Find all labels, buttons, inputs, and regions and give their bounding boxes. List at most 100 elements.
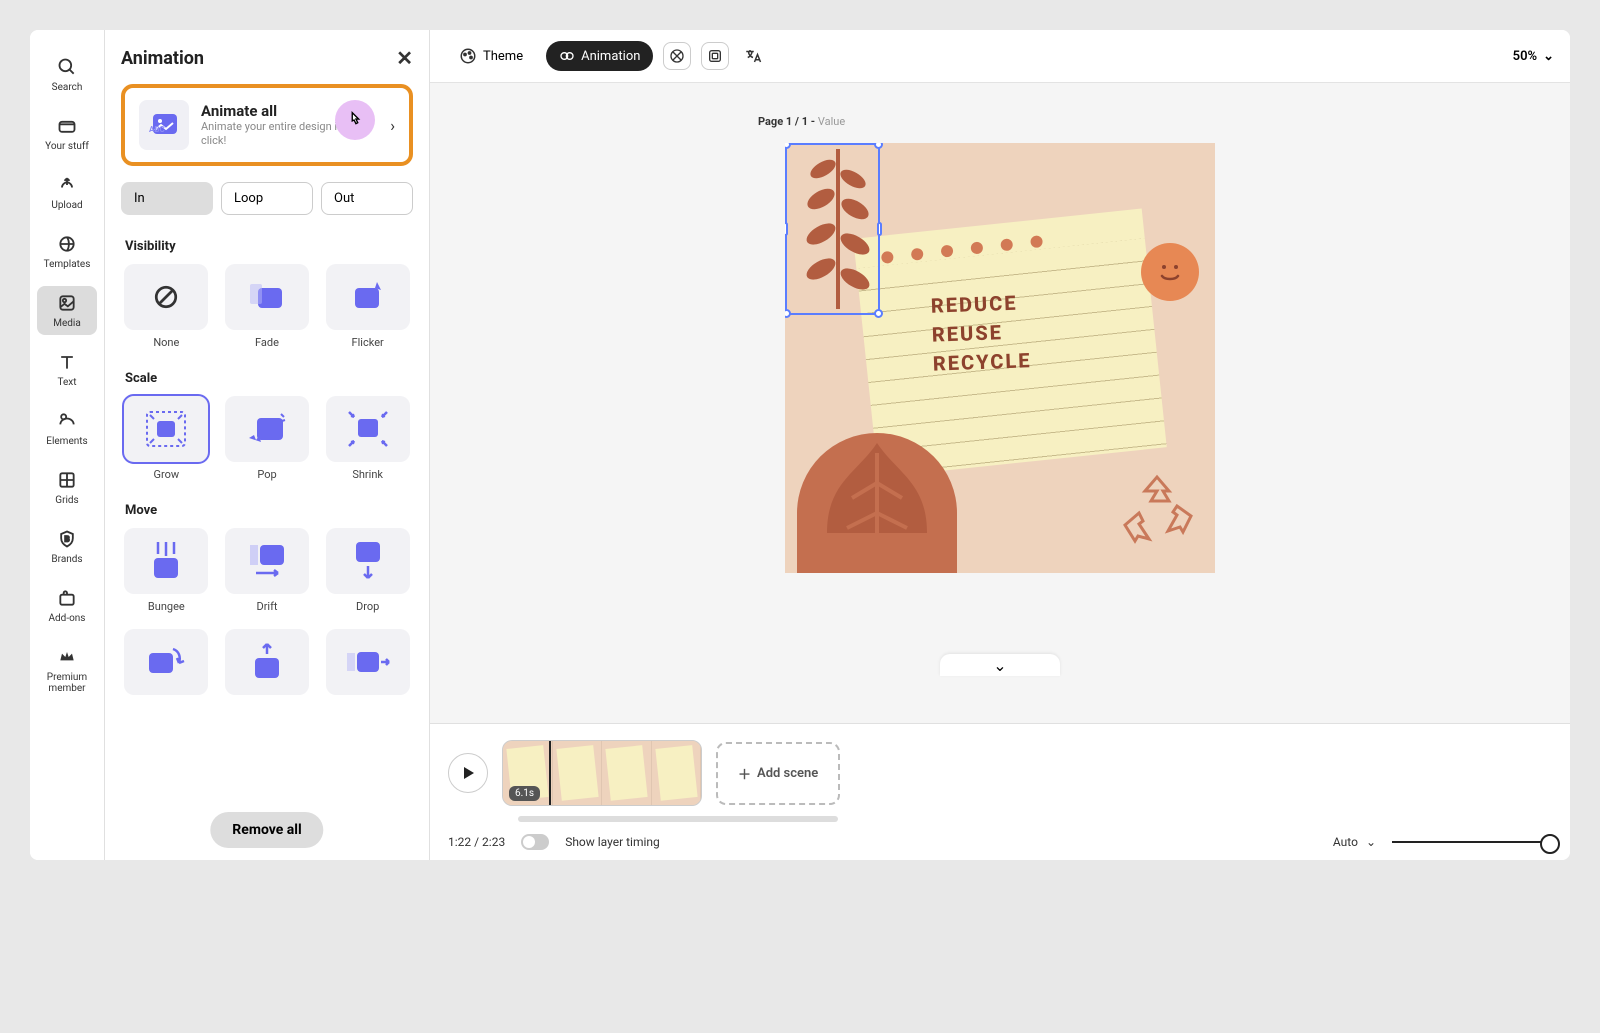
rail-your-stuff[interactable]: Your stuff xyxy=(37,109,97,158)
preset-extra-3[interactable] xyxy=(322,629,413,695)
rail-upload[interactable]: Upload xyxy=(37,168,97,217)
panel-title: Animation xyxy=(121,48,204,69)
selection-box[interactable] xyxy=(785,143,880,315)
auto-label: Auto xyxy=(1333,835,1358,849)
preset-extra-3-icon xyxy=(326,629,410,695)
svg-text:B: B xyxy=(65,535,70,544)
art-text: REDUCE REUSE RECYCLE xyxy=(930,288,1032,378)
art-leaf xyxy=(797,433,957,573)
palette-icon xyxy=(459,47,477,65)
rail-label: Grids xyxy=(55,495,78,506)
layer-timing-label: Show layer timing xyxy=(565,835,660,849)
tab-out[interactable]: Out xyxy=(321,182,413,215)
preset-extra-2-icon xyxy=(225,629,309,695)
rail-brands[interactable]: B Brands xyxy=(37,522,97,571)
canvas[interactable]: Page 1 / 1 - Value REDUCE REUSE RECYCLE xyxy=(430,83,1570,723)
rail-label: Your stuff xyxy=(45,141,89,152)
tab-in[interactable]: In xyxy=(121,182,213,215)
zoom-control[interactable]: 50% ⌄ xyxy=(1513,49,1554,64)
visibility-presets: None Fade Flicker xyxy=(121,264,413,349)
preset-none[interactable]: None xyxy=(121,264,212,349)
preset-extra-2[interactable] xyxy=(222,629,313,695)
rail-premium[interactable]: Premium member xyxy=(37,640,97,700)
animation-button[interactable]: Animation xyxy=(546,41,653,71)
chevron-down-icon: ⌄ xyxy=(1366,835,1376,849)
rail-label: Templates xyxy=(44,259,91,270)
section-move: Move xyxy=(125,503,413,518)
addons-icon xyxy=(56,587,78,609)
preset-bungee[interactable]: Bungee xyxy=(121,528,212,613)
elements-icon xyxy=(56,410,78,432)
preset-grow-icon xyxy=(124,396,208,462)
preset-fade[interactable]: Fade xyxy=(222,264,313,349)
toolbar-icon-1[interactable] xyxy=(663,42,691,70)
preset-label: Grow xyxy=(154,468,180,481)
top-toolbar: Theme Animation 50% ⌄ xyxy=(430,30,1570,83)
rail-label: Media xyxy=(53,318,81,329)
scene-thumbnail[interactable]: 6.1s xyxy=(502,740,702,806)
theme-button[interactable]: Theme xyxy=(446,40,536,72)
close-icon[interactable]: ✕ xyxy=(396,46,413,70)
play-button[interactable] xyxy=(448,753,488,793)
grids-icon xyxy=(56,469,78,491)
auto-select[interactable]: Auto ⌄ xyxy=(1333,835,1376,849)
templates-icon xyxy=(56,233,78,255)
preset-drift[interactable]: Drift xyxy=(222,528,313,613)
preset-flicker-icon xyxy=(326,264,410,330)
upload-icon xyxy=(56,174,78,196)
rail-label: Premium member xyxy=(37,672,97,694)
animation-phase-tabs: In Loop Out xyxy=(121,182,413,215)
brands-icon: B xyxy=(56,528,78,550)
rail-addons[interactable]: Add-ons xyxy=(37,581,97,630)
preset-label: Shrink xyxy=(352,468,383,481)
playhead[interactable] xyxy=(549,740,551,806)
rail-templates[interactable]: Templates xyxy=(37,227,97,276)
scale-presets: Grow Pop Shrink xyxy=(121,396,413,481)
rail-label: Elements xyxy=(46,436,87,447)
rail-search[interactable]: Search xyxy=(37,50,97,99)
preset-drift-icon xyxy=(225,528,309,594)
timeline-row: 6.1s ＋ Add scene xyxy=(448,740,1552,806)
timeline-collapse[interactable]: ⌄ xyxy=(940,654,1060,676)
app-frame: Search Your stuff Upload Templates Media… xyxy=(30,30,1570,860)
premium-icon xyxy=(56,646,78,668)
folder-icon xyxy=(56,115,78,137)
preset-shrink[interactable]: Shrink xyxy=(322,396,413,481)
preset-grow[interactable]: Grow xyxy=(121,396,212,481)
text-icon xyxy=(56,351,78,373)
preset-none-icon xyxy=(124,264,208,330)
left-rail: Search Your stuff Upload Templates Media… xyxy=(30,30,105,860)
rail-grids[interactable]: Grids xyxy=(37,463,97,512)
svg-text:ABC: ABC xyxy=(149,125,165,134)
animate-all-card[interactable]: ABC Animate all Animate your entire desi… xyxy=(121,84,413,166)
add-scene-button[interactable]: ＋ Add scene xyxy=(716,742,840,805)
tab-loop[interactable]: Loop xyxy=(221,182,313,215)
toolbar-icon-2[interactable] xyxy=(701,42,729,70)
timeline: 6.1s ＋ Add scene 1:22 / 2:23 Show layer … xyxy=(430,723,1570,860)
rail-label: Brands xyxy=(51,554,82,565)
scene-duration: 6.1s xyxy=(509,786,540,801)
scrub-bar[interactable] xyxy=(518,816,838,822)
translate-icon[interactable] xyxy=(739,42,767,70)
cursor-highlight xyxy=(335,100,375,140)
preset-label: Drop xyxy=(356,600,379,613)
add-scene-label: Add scene xyxy=(757,766,818,781)
search-icon xyxy=(56,56,78,78)
preset-pop[interactable]: Pop xyxy=(222,396,313,481)
remove-all-button[interactable]: Remove all xyxy=(210,812,323,848)
preset-pop-icon xyxy=(225,396,309,462)
timeline-zoom-slider[interactable] xyxy=(1392,841,1552,843)
preset-drop[interactable]: Drop xyxy=(322,528,413,613)
page-indicator: Page 1 / 1 - Value xyxy=(758,115,845,128)
rail-text[interactable]: Text xyxy=(37,345,97,394)
section-visibility: Visibility xyxy=(125,239,413,254)
preset-flicker[interactable]: Flicker xyxy=(322,264,413,349)
artboard[interactable]: REDUCE REUSE RECYCLE xyxy=(785,143,1215,573)
preset-label: Pop xyxy=(257,468,276,481)
preset-extra-1[interactable] xyxy=(121,629,212,695)
rail-media[interactable]: Media xyxy=(37,286,97,335)
chevron-right-icon: › xyxy=(390,116,395,135)
timeline-footer: 1:22 / 2:23 Show layer timing Auto ⌄ xyxy=(448,834,1552,850)
rail-elements[interactable]: Elements xyxy=(37,404,97,453)
layer-timing-toggle[interactable] xyxy=(521,834,549,850)
